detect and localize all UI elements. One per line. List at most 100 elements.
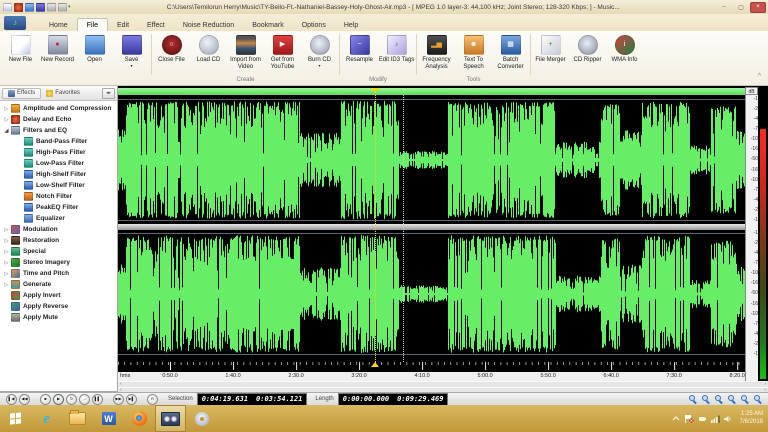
zoom-all-button[interactable] <box>727 394 738 405</box>
start-button[interactable] <box>0 405 31 432</box>
taskbar-app-ie[interactable]: e <box>31 405 62 432</box>
volume-icon[interactable] <box>723 414 733 424</box>
text-to-speech-button[interactable]: ☻Text To Speech <box>455 32 492 76</box>
taskbar-clock[interactable]: 1:25 AM 7/6/2018 <box>740 411 763 427</box>
tab-bookmark[interactable]: Bookmark <box>243 19 293 31</box>
expand-icon[interactable]: ▷ <box>2 117 11 123</box>
zoom-selection-button[interactable] <box>714 394 725 405</box>
minimize-button[interactable]: – <box>716 2 732 13</box>
playhead-marker-top[interactable] <box>371 88 379 93</box>
waveform-panel[interactable]: dB -1-2-4-7-10-16-50-16-10-7-4-2-1 -1-2-… <box>118 86 768 392</box>
go-to-end-button[interactable]: ▶▌ <box>126 394 137 405</box>
file-merger-button[interactable]: +File Merger <box>532 32 569 76</box>
taskbar-app-cd[interactable] <box>186 405 217 432</box>
effects-tree-item-apply-invert[interactable]: Apply Invert <box>0 290 117 301</box>
maximize-button[interactable]: ▢ <box>733 2 749 13</box>
effects-tree-item-modulation[interactable]: ▷Modulation <box>0 224 117 235</box>
batch-converter-button[interactable]: ▦Batch Converter <box>492 32 529 76</box>
expand-icon[interactable]: ▷ <box>2 282 11 288</box>
sidebar-tab-effects[interactable]: Effects <box>2 88 41 99</box>
show-hidden-icon[interactable] <box>671 414 681 424</box>
taskbar-app-explorer[interactable] <box>62 405 93 432</box>
effects-tree-item-special[interactable]: ▷Special <box>0 246 117 257</box>
get-from-youtube-button[interactable]: ▶Get from YouTube <box>264 32 301 76</box>
play-button[interactable]: ▶ <box>53 394 64 405</box>
open-icon[interactable] <box>25 3 34 12</box>
close-file-button[interactable]: ○Close File <box>153 32 190 76</box>
effects-tree-item-band-pass-filter[interactable]: Band-Pass Filter <box>0 136 117 147</box>
expand-icon[interactable]: ▷ <box>2 260 11 266</box>
collapse-icon[interactable]: ◢ <box>2 128 11 134</box>
tab-noise-reduction[interactable]: Noise Reduction <box>174 19 243 31</box>
effects-tree-item-high-shelf-filter[interactable]: High-Shelf Filter <box>0 169 117 180</box>
wma-info-button[interactable]: iWMA Info <box>606 32 643 76</box>
expand-icon[interactable]: ▷ <box>2 227 11 233</box>
timeline-ruler[interactable] <box>118 362 745 372</box>
close-button[interactable]: × <box>750 2 766 13</box>
taskbar-app-word[interactable]: W <box>93 405 124 432</box>
load-cd-button[interactable]: Load CD <box>190 32 227 76</box>
sidebar-collapse-button[interactable]: ◂▸ <box>102 88 115 99</box>
tab-help[interactable]: Help <box>335 19 367 31</box>
save-icon[interactable] <box>36 3 45 12</box>
waveform-left-channel[interactable] <box>118 96 745 224</box>
redo-icon[interactable] <box>58 3 67 12</box>
taskbar-app-audio-editor[interactable] <box>155 405 186 432</box>
zoom-in-button[interactable] <box>688 394 699 405</box>
network-icon[interactable] <box>710 414 720 424</box>
save-button[interactable]: Save▾ <box>113 32 150 76</box>
playhead-line[interactable] <box>375 95 376 362</box>
tab-home[interactable]: Home <box>40 19 77 31</box>
sidebar-tab-favorites[interactable]: Favorites <box>41 89 85 98</box>
effects-tree-item-peakeq-filter[interactable]: PeakEQ Filter <box>0 202 117 213</box>
tab-file[interactable]: File <box>77 18 108 31</box>
effects-tree-item-time-and-pitch[interactable]: ▷Time and Pitch <box>0 268 117 279</box>
effects-tree-item-filters-and-eq[interactable]: ◢Filters and EQ <box>0 125 117 136</box>
action-center-icon[interactable] <box>684 414 694 424</box>
play-selection-button[interactable]: → <box>79 394 90 405</box>
open-button[interactable]: Open <box>76 32 113 76</box>
expand-icon[interactable]: ▷ <box>2 238 11 244</box>
import-from-video-button[interactable]: Import from Video <box>227 32 264 76</box>
app-menu-button[interactable]: ♪ <box>4 16 26 30</box>
overview-bar[interactable] <box>118 88 745 95</box>
collapse-ribbon-icon[interactable]: ^ <box>758 73 761 80</box>
effects-tree-item-apply-reverse[interactable]: Apply Reverse <box>0 301 117 312</box>
effects-tree-item-low-pass-filter[interactable]: Low-Pass Filter <box>0 158 117 169</box>
stop-button[interactable]: ■ <box>40 394 51 405</box>
zoom-vertical-out-button[interactable] <box>753 394 764 405</box>
undo-icon[interactable] <box>47 3 56 12</box>
rewind-button[interactable]: ◀◀ <box>19 394 30 405</box>
expand-icon[interactable]: ▷ <box>2 106 11 112</box>
expand-icon[interactable]: ▷ <box>2 249 11 255</box>
new-file-icon[interactable] <box>3 3 12 12</box>
tab-edit[interactable]: Edit <box>108 19 138 31</box>
pause-button[interactable]: ▌▌ <box>92 394 103 405</box>
effects-tree-item-amplitude-and-compression[interactable]: ▷Amplitude and Compression <box>0 103 117 114</box>
burn-cd-button[interactable]: Burn CD▾ <box>301 32 338 76</box>
record-icon[interactable] <box>14 3 23 12</box>
cd-ripper-button[interactable]: CD Ripper <box>569 32 606 76</box>
new-file-button[interactable]: New File <box>2 32 39 76</box>
loop-button[interactable]: ↻ <box>66 394 77 405</box>
taskbar-app-firefox[interactable] <box>124 405 155 432</box>
tab-options[interactable]: Options <box>293 19 335 31</box>
waveform-right-channel[interactable] <box>118 230 745 358</box>
effects-tree-item-restoration[interactable]: ▷Restoration <box>0 235 117 246</box>
effects-tree-item-equalizer[interactable]: Equalizer <box>0 213 117 224</box>
effects-tree-item-stereo-imagery[interactable]: ▷Stereo Imagery <box>0 257 117 268</box>
edit-id3-tags-button[interactable]: ♪Edit ID3 Tags <box>378 32 415 76</box>
record-button[interactable]: R <box>147 394 158 405</box>
effects-tree-item-low-shelf-filter[interactable]: Low-Shelf Filter <box>0 180 117 191</box>
effects-tree-item-generate[interactable]: ▷Generate <box>0 279 117 290</box>
playhead-marker-bottom[interactable] <box>371 362 379 367</box>
effects-tree-item-notch-filter[interactable]: Notch Filter <box>0 191 117 202</box>
zoom-out-button[interactable] <box>701 394 712 405</box>
tab-effect[interactable]: Effect <box>138 19 174 31</box>
resample-button[interactable]: ~Resample <box>341 32 378 76</box>
zoom-vertical-in-button[interactable] <box>740 394 751 405</box>
frequency-analysis-button[interactable]: ▂▅Frequency Analysis <box>418 32 455 76</box>
expand-icon[interactable]: ▷ <box>2 271 11 277</box>
effects-tree-item-delay-and-echo[interactable]: ▷Delay and Echo <box>0 114 117 125</box>
effects-tree-item-apply-mute[interactable]: Apply Mute <box>0 312 117 323</box>
